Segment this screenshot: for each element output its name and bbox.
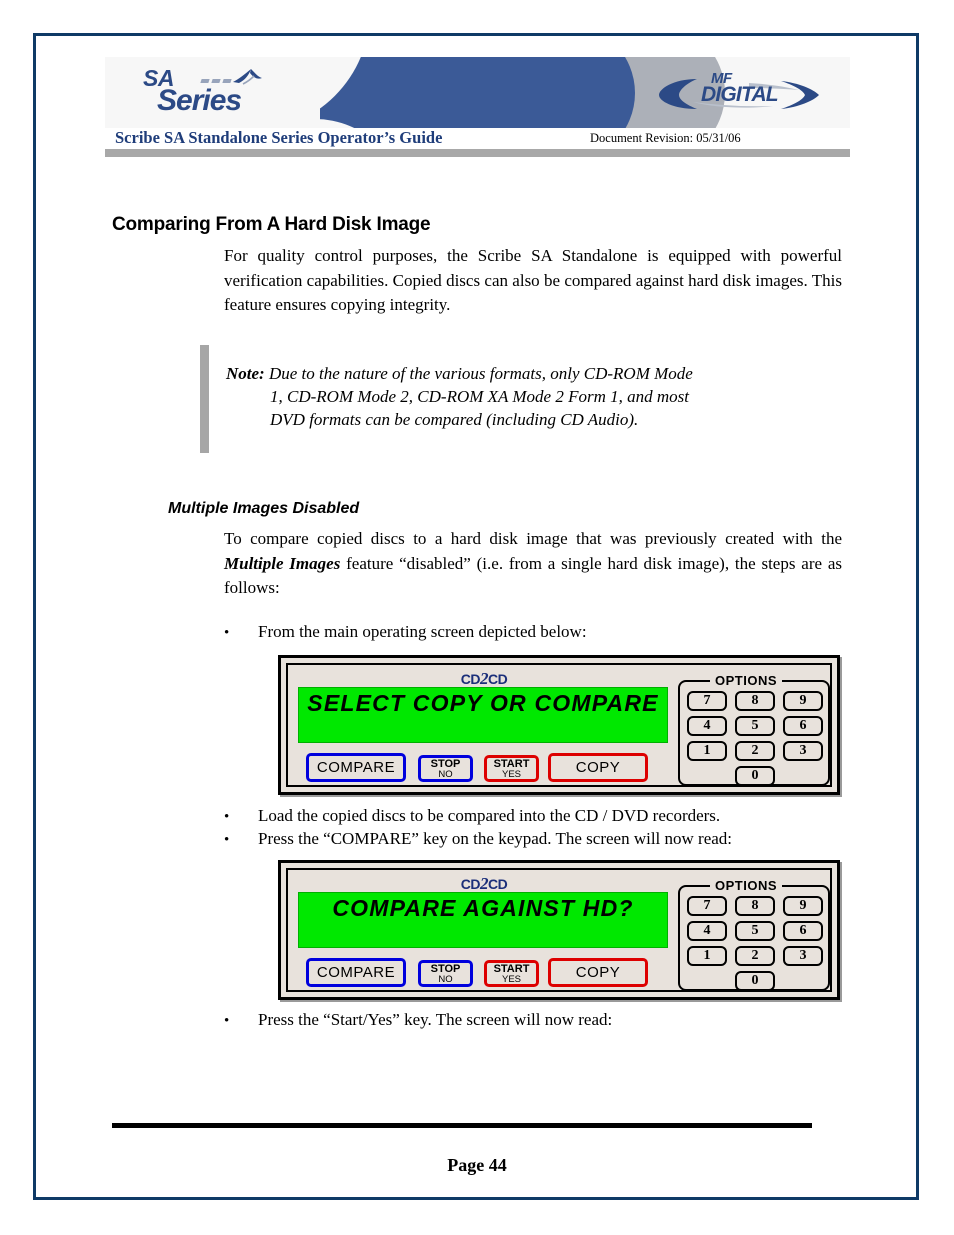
no-button-label: NO — [438, 769, 453, 780]
copy-button[interactable]: COPY — [548, 753, 648, 782]
keypad-key-1[interactable]: 1 — [687, 946, 727, 966]
stop-no-button[interactable]: STOP NO — [418, 755, 473, 782]
cd2cd-right: CD — [488, 671, 508, 687]
keypad-key-8[interactable]: 8 — [735, 691, 775, 711]
mf-logo-line2: DIGITAL — [701, 83, 779, 106]
page-number: Page 44 — [447, 1155, 507, 1175]
header-blue-swoosh — [320, 57, 635, 128]
bullet-glyph: • — [224, 809, 230, 825]
device-control-panel: CD2CD SELECT COPY OR COMPARE COMPARE STO… — [278, 655, 840, 795]
lcd-display: COMPARE AGAINST HD? — [298, 892, 668, 948]
start-yes-button[interactable]: START YES — [484, 755, 539, 782]
note-label: Note: — [226, 364, 265, 383]
keypad-key-3[interactable]: 3 — [783, 741, 823, 761]
keypad-key-3[interactable]: 3 — [783, 946, 823, 966]
footer-rule — [112, 1123, 812, 1128]
no-button-label: NO — [438, 974, 453, 985]
document-revision: Document Revision: 05/31/06 — [590, 131, 741, 145]
keypad-key-9[interactable]: 9 — [783, 896, 823, 916]
keypad-key-7[interactable]: 7 — [687, 691, 727, 711]
list-item-label: Press the “Start/Yes” key. The screen wi… — [258, 1010, 613, 1029]
header-gray-rule — [105, 149, 850, 157]
lcd-display: SELECT COPY OR COMPARE — [298, 687, 668, 743]
copy-button[interactable]: COPY — [548, 958, 648, 987]
options-keypad-group: OPTIONS 7 8 9 4 5 6 1 2 3 0 — [678, 878, 830, 991]
cd2cd-two: 2 — [480, 669, 489, 688]
note-line-3: DVD formats can be compared (including C… — [270, 410, 639, 429]
list-item-label: Press the “COMPARE” key on the keypad. T… — [258, 829, 733, 848]
keypad-key-1[interactable]: 1 — [687, 741, 727, 761]
options-keypad-group: OPTIONS 7 8 9 4 5 6 1 2 3 0 — [678, 673, 830, 786]
keypad-key-4[interactable]: 4 — [687, 716, 727, 736]
keypad-key-0[interactable]: 0 — [735, 971, 775, 991]
keypad-key-2[interactable]: 2 — [735, 741, 775, 761]
section-heading-multiple-images-disabled: Multiple Images Disabled — [168, 500, 360, 517]
note-body: Note: Due to the nature of the various f… — [226, 362, 806, 431]
tocompare-emphasis: Multiple Images — [224, 553, 341, 573]
cd2cd-left: CD — [460, 671, 481, 687]
note-accent-bar — [200, 345, 209, 453]
device-panel-inner: CD2CD SELECT COPY OR COMPARE COMPARE STO… — [286, 663, 832, 787]
start-yes-button[interactable]: START YES — [484, 960, 539, 987]
list-item: • From the main operating screen depicted… — [224, 622, 587, 642]
bullet-glyph: • — [224, 625, 230, 641]
header-title-row: Scribe SA Standalone Series Operator’s G… — [105, 128, 850, 149]
lcd-display-text: COMPARE AGAINST HD? — [332, 895, 634, 921]
keypad-key-5[interactable]: 5 — [735, 921, 775, 941]
note-line-2: 1, CD-ROM Mode 2, CD-ROM XA Mode 2 Form … — [270, 387, 689, 406]
device-control-panel: CD2CD COMPARE AGAINST HD? COMPARE STOP N… — [278, 860, 840, 1000]
compare-button[interactable]: COMPARE — [306, 753, 406, 782]
note-callout: Note: Due to the nature of the various f… — [200, 345, 850, 453]
keypad-key-9[interactable]: 9 — [783, 691, 823, 711]
list-item-label: From the main operating screen depicted … — [258, 622, 587, 641]
cd2cd-right: CD — [488, 876, 508, 892]
cd2cd-left: CD — [460, 876, 481, 892]
bullet-glyph: • — [224, 832, 230, 848]
mf-digital-logo: MF DIGITAL — [653, 69, 828, 117]
keypad-key-0[interactable]: 0 — [735, 766, 775, 786]
keypad-key-7[interactable]: 7 — [687, 896, 727, 916]
keypad-key-6[interactable]: 6 — [783, 716, 823, 736]
yes-button-label: YES — [501, 769, 521, 780]
keypad-key-8[interactable]: 8 — [735, 896, 775, 916]
sa-logo-line2: Series — [157, 84, 242, 117]
keypad-key-5[interactable]: 5 — [735, 716, 775, 736]
options-label: OPTIONS — [710, 673, 783, 688]
guide-title: Scribe SA Standalone Series Operator’s G… — [115, 128, 443, 147]
intro-paragraph: For quality control purposes, the Scribe… — [224, 246, 842, 314]
keypad-key-6[interactable]: 6 — [783, 921, 823, 941]
tocompare-part1: To compare copied discs to a hard disk i… — [224, 529, 842, 548]
page-title: Comparing From A Hard Disk Image — [112, 214, 431, 235]
options-label: OPTIONS — [710, 878, 783, 893]
tocompare-paragraph: To compare copied discs to a hard disk i… — [224, 527, 842, 601]
list-item: • Load the copied discs to be compared in… — [224, 806, 720, 826]
compare-button[interactable]: COMPARE — [306, 958, 406, 987]
sa-series-logo: SA Series — [135, 65, 350, 123]
device-panel-inner: CD2CD COMPARE AGAINST HD? COMPARE STOP N… — [286, 868, 832, 992]
keypad-key-2[interactable]: 2 — [735, 946, 775, 966]
document-header-banner: SA Series MF DIGITAL — [105, 57, 850, 128]
list-item-label: Load the copied discs to be compared int… — [258, 806, 721, 825]
list-item: • Press the “Start/Yes” key. The screen w… — [224, 1010, 612, 1030]
bullet-glyph: • — [224, 1013, 230, 1029]
cd2cd-logo: CD2CD — [436, 874, 532, 893]
note-line-1: Due to the nature of the various formats… — [268, 364, 693, 383]
list-item: • Press the “COMPARE” key on the keypad. … — [224, 829, 732, 849]
keypad-key-4[interactable]: 4 — [687, 921, 727, 941]
cd2cd-two: 2 — [480, 874, 489, 893]
cd2cd-logo: CD2CD — [436, 669, 532, 688]
lcd-display-text: SELECT COPY OR COMPARE — [307, 690, 659, 716]
stop-no-button[interactable]: STOP NO — [418, 960, 473, 987]
yes-button-label: YES — [501, 974, 521, 985]
